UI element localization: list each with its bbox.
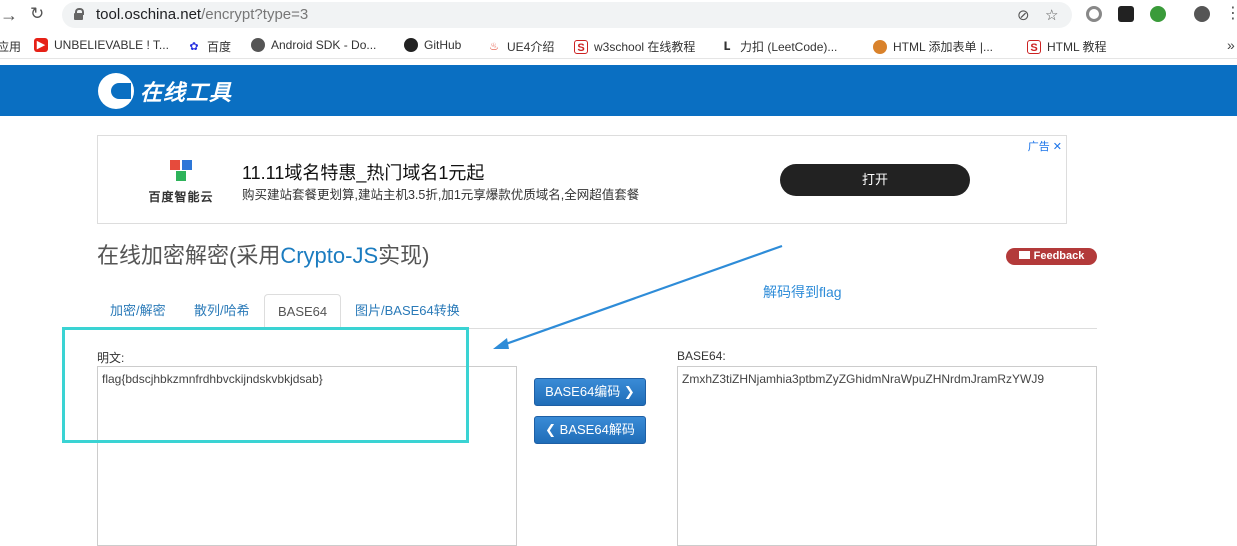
ad-banner[interactable]: 广告 ✕ 百度智能云 11.11域名特惠_热门域名1元起 购买建站套餐更划算,建… — [97, 135, 1067, 224]
ad-brand-logo: 百度智能云 — [146, 160, 216, 205]
baidu-paw-icon: ✿ — [187, 39, 201, 54]
url-text[interactable]: tool.oschina.net/encrypt?type=3 — [96, 6, 308, 23]
bookmark-unbelievable[interactable]: ▶ UNBELIEVABLE ! T... — [34, 38, 169, 52]
baidu-cloud-icon — [170, 160, 192, 182]
bookmark-html-tutorial[interactable]: S HTML 教程 — [1027, 38, 1107, 55]
ad-close[interactable]: 广告 ✕ — [1028, 138, 1062, 154]
ad-subtitle: 购买建站套餐更划算,建站主机3.5折,加1元享爆款优质域名,全网超值套餐 — [242, 188, 640, 202]
logo-c-icon — [98, 73, 134, 109]
ad-title[interactable]: 11.11域名特惠_热门域名1元起 — [242, 159, 484, 185]
profile-avatar-icon[interactable] — [1194, 6, 1210, 22]
site-permission-icon[interactable]: ⊘ — [1017, 6, 1030, 24]
bookmark-ue4[interactable]: ♨ UE4介绍 — [487, 38, 554, 55]
bookmark-baidu[interactable]: ✿ 百度 — [187, 38, 231, 55]
logo-text: 在线工具 — [140, 80, 233, 105]
flame-icon: ♨ — [487, 39, 501, 54]
ad-brand-name: 百度智能云 — [148, 190, 214, 204]
reload-icon[interactable]: ↻ — [30, 4, 44, 24]
feedback-button[interactable]: Feedback — [1006, 248, 1097, 265]
youtube-icon: ▶ — [34, 38, 48, 52]
github-icon — [404, 38, 418, 52]
bookmark-w3school[interactable]: Sw3school 在线教程 — [574, 38, 695, 55]
site-header: 在线工具 — [0, 65, 1237, 116]
forward-arrow-icon[interactable]: → — [0, 5, 18, 26]
bookmark-html-form[interactable]: HTML 添加表单 |... — [873, 38, 993, 55]
tab-hash[interactable]: 散列/哈希 — [181, 294, 263, 329]
w3school-icon: S — [1027, 39, 1041, 54]
envelope-icon — [1018, 251, 1030, 259]
bookmark-star-icon[interactable]: ☆ — [1045, 6, 1058, 24]
site-logo[interactable]: 在线工具 — [98, 73, 232, 109]
browser-toolbar: → ↻ tool.oschina.net/encrypt?type=3 ⊘ ☆ … — [0, 0, 1237, 30]
page-title: 在线加密解密(采用Crypto-JS实现) — [97, 243, 430, 268]
lock-icon[interactable] — [74, 8, 84, 20]
ad-open-button[interactable]: 打开 — [780, 164, 970, 196]
bookmarks-more-icon[interactable]: » — [1227, 37, 1235, 53]
base64-label: BASE64: — [677, 349, 726, 363]
highlight-box — [62, 327, 469, 443]
base64-encode-button[interactable]: BASE64编码 ❯ — [534, 378, 646, 406]
extension-globe-icon[interactable] — [1150, 6, 1166, 22]
bookmarks-bar: 应用 ▶ UNBELIEVABLE ! T... ✿ 百度 Android SDK … — [0, 33, 1237, 59]
runoob-icon — [873, 39, 887, 54]
tab-image-base64[interactable]: 图片/BASE64转换 — [342, 294, 473, 329]
bookmark-android-sdk[interactable]: Android SDK - Do... — [251, 38, 376, 52]
tab-encrypt-decrypt[interactable]: 加密/解密 — [97, 294, 179, 329]
bookmark-github[interactable]: GitHub — [404, 38, 461, 52]
menu-icon[interactable]: ⋮ — [1225, 3, 1237, 23]
base64-decode-button[interactable]: ❮ BASE64解码 — [534, 416, 646, 444]
extension-game-icon[interactable] — [1118, 6, 1134, 22]
tab-bar: 加密/解密 散列/哈希 BASE64 图片/BASE64转换 — [97, 294, 1097, 329]
tab-base64[interactable]: BASE64 — [264, 294, 342, 329]
bookmark-leetcode[interactable]: ᒪ 力扣 (LeetCode)... — [720, 38, 837, 55]
base64-textarea[interactable]: ZmxhZ3tiZHNjamhia3ptbmZyZGhidmNraWpuZHNr… — [677, 366, 1097, 546]
leetcode-icon: ᒪ — [720, 39, 734, 54]
globe-icon — [251, 38, 265, 52]
w3school-icon: S — [574, 39, 588, 54]
address-bar[interactable]: tool.oschina.net/encrypt?type=3 ⊘ ☆ — [62, 2, 1072, 28]
bookmark-apps[interactable]: 应用 — [0, 38, 21, 55]
extension-circle-icon[interactable] — [1086, 6, 1102, 22]
